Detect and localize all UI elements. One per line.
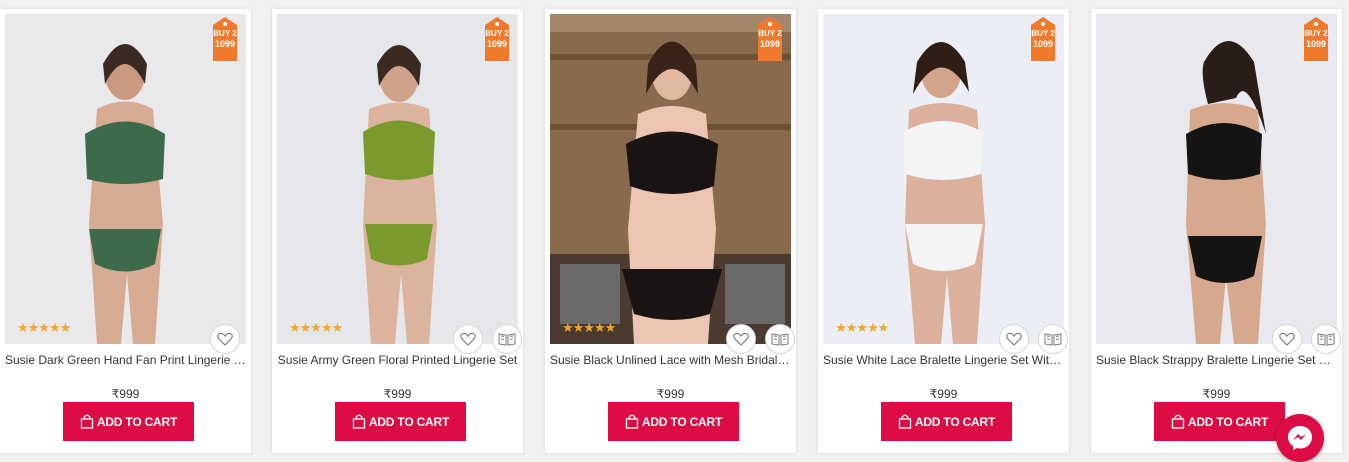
wishlist-button[interactable] bbox=[453, 324, 483, 354]
offer-tag: BUY 2 1099 bbox=[210, 17, 240, 63]
rating-stars: ★★★★★ bbox=[835, 320, 889, 335]
add-to-cart-label: ADD TO CART bbox=[641, 414, 723, 429]
compare-button[interactable] bbox=[1311, 324, 1341, 354]
product-name[interactable]: Susie White Lace Bralette Lingerie Set W… bbox=[823, 353, 1064, 367]
offer-tag: BUY 2 1099 bbox=[755, 17, 785, 63]
heart-icon bbox=[217, 332, 233, 346]
product-image[interactable]: BUY 2 1099 bbox=[1096, 14, 1337, 344]
product-image[interactable]: BUY 2 1099 ★★★★★ bbox=[277, 14, 518, 344]
wishlist-button[interactable] bbox=[1272, 324, 1302, 354]
product-card: BUY 2 1099 ★★★★★ Susie Black Unlined Lace… bbox=[545, 9, 796, 453]
product-photo bbox=[1096, 14, 1337, 344]
product-card: BUY 2 1099 Susie Black Strappy Bralette L… bbox=[1091, 9, 1342, 453]
offer-tag: BUY 2 1099 bbox=[1301, 17, 1331, 63]
product-card: BUY 2 1099 ★★★★★ Susie Dark Green Hand Fa… bbox=[0, 9, 251, 453]
heart-icon bbox=[460, 332, 476, 346]
heart-icon bbox=[1006, 332, 1022, 346]
compare-icon bbox=[1317, 333, 1335, 346]
product-name[interactable]: Susie Black Unlined Lace with Mesh Brida… bbox=[550, 353, 791, 367]
product-photo bbox=[5, 14, 246, 344]
offer-tag: BUY 2 1099 bbox=[482, 17, 512, 63]
product-price: ₹999 bbox=[1202, 387, 1231, 401]
product-card: BUY 2 1099 ★★★★★ Susie Army Green Floral … bbox=[272, 9, 523, 453]
heart-icon bbox=[733, 332, 749, 346]
messenger-chat-button[interactable] bbox=[1276, 414, 1324, 462]
product-image[interactable]: BUY 2 1099 ★★★★★ bbox=[550, 14, 791, 344]
compare-button[interactable] bbox=[492, 324, 522, 354]
add-to-cart-button[interactable]: ADD TO CART bbox=[881, 402, 1012, 441]
offer-tag: BUY 2 1099 bbox=[1028, 17, 1058, 63]
add-to-cart-label: ADD TO CART bbox=[368, 414, 450, 429]
compare-icon bbox=[771, 333, 789, 346]
product-photo bbox=[550, 14, 791, 344]
shopping-bag-icon bbox=[898, 414, 912, 429]
product-photo bbox=[277, 14, 518, 344]
add-to-cart-button[interactable]: ADD TO CART bbox=[1154, 402, 1285, 441]
add-to-cart-button[interactable]: ADD TO CART bbox=[335, 402, 466, 441]
product-price: ₹999 bbox=[111, 387, 140, 401]
compare-icon bbox=[498, 333, 516, 346]
messenger-icon bbox=[1288, 426, 1312, 450]
product-price: ₹999 bbox=[929, 387, 958, 401]
product-price: ₹999 bbox=[383, 387, 412, 401]
product-card: BUY 2 1099 ★★★★★ Susie White Lace Bralett… bbox=[818, 9, 1069, 453]
wishlist-button[interactable] bbox=[999, 324, 1029, 354]
wishlist-button[interactable] bbox=[726, 324, 756, 354]
compare-button[interactable] bbox=[1038, 324, 1068, 354]
add-to-cart-button[interactable]: ADD TO CART bbox=[608, 402, 739, 441]
add-to-cart-label: ADD TO CART bbox=[914, 414, 996, 429]
rating-stars: ★★★★★ bbox=[17, 320, 71, 335]
product-photo bbox=[823, 14, 1064, 344]
wishlist-button[interactable] bbox=[210, 324, 240, 354]
product-name[interactable]: Susie Black Strappy Bralette Lingerie Se… bbox=[1096, 353, 1337, 367]
heart-icon bbox=[1279, 332, 1295, 346]
compare-button[interactable] bbox=[765, 324, 795, 354]
rating-stars: ★★★★★ bbox=[289, 320, 343, 335]
product-image[interactable]: BUY 2 1099 ★★★★★ bbox=[5, 14, 246, 344]
add-to-cart-label: ADD TO CART bbox=[96, 414, 178, 429]
product-image[interactable]: BUY 2 1099 ★★★★★ bbox=[823, 14, 1064, 344]
shopping-bag-icon bbox=[80, 414, 94, 429]
compare-icon bbox=[1044, 333, 1062, 346]
product-name[interactable]: Susie Dark Green Hand Fan Print Lingerie… bbox=[5, 353, 246, 367]
rating-stars: ★★★★★ bbox=[562, 320, 616, 335]
shopping-bag-icon bbox=[1171, 414, 1185, 429]
product-grid: BUY 2 1099 ★★★★★ Susie Dark Green Hand Fa… bbox=[0, 0, 1349, 456]
product-name[interactable]: Susie Army Green Floral Printed Lingerie… bbox=[277, 353, 518, 367]
product-price: ₹999 bbox=[656, 387, 685, 401]
shopping-bag-icon bbox=[625, 414, 639, 429]
add-to-cart-label: ADD TO CART bbox=[1187, 414, 1269, 429]
shopping-bag-icon bbox=[352, 414, 366, 429]
add-to-cart-button[interactable]: ADD TO CART bbox=[63, 402, 194, 441]
